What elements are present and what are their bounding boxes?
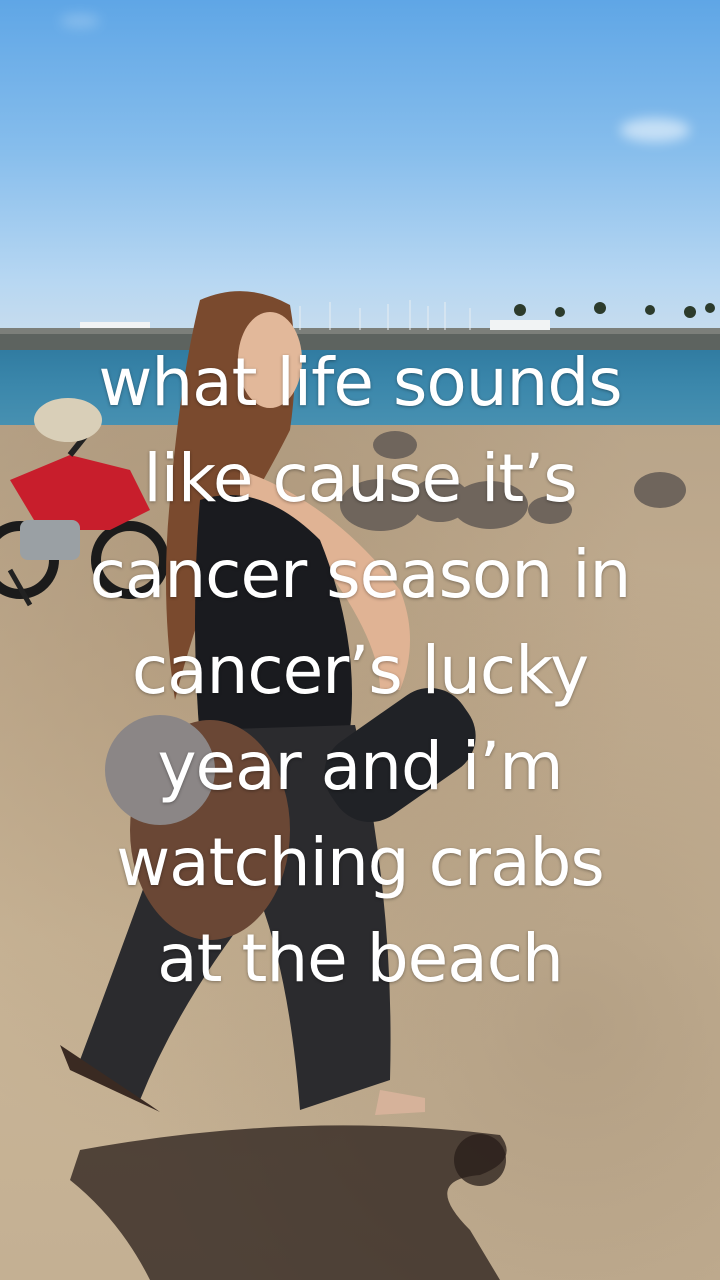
shadow bbox=[70, 1125, 507, 1280]
caption-overlay-text: what life sounds like cause it’s cancer … bbox=[89, 344, 632, 997]
video-frame[interactable]: what life sounds like cause it’s cancer … bbox=[0, 0, 720, 1280]
